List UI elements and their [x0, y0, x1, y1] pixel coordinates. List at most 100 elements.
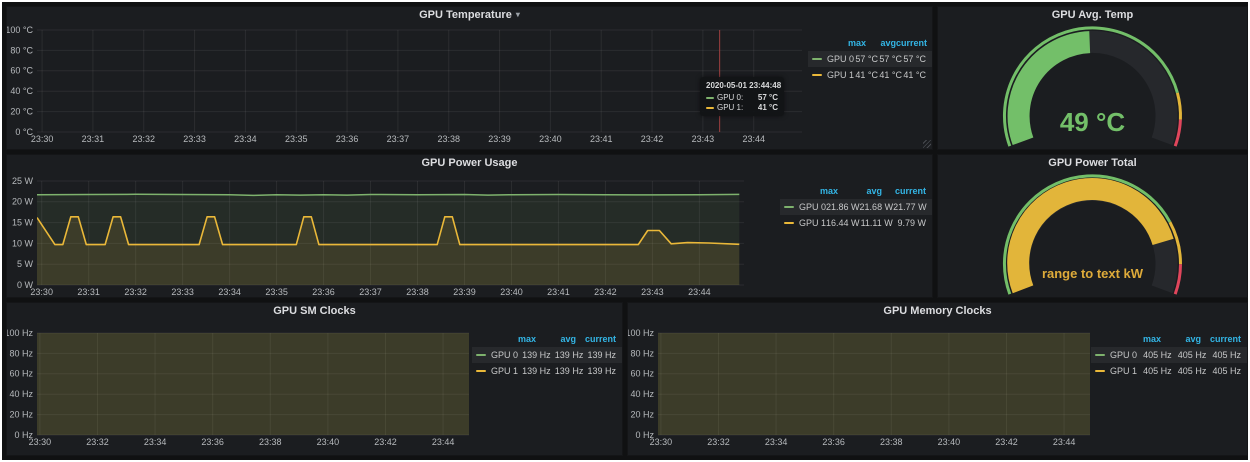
panel-gpu-power-total: GPU Power Total range to text kW [937, 154, 1248, 298]
svg-text:23:30: 23:30 [650, 437, 673, 447]
svg-text:23:34: 23:34 [765, 437, 788, 447]
tooltip-series-value: 41 °C [752, 103, 778, 112]
svg-text:23:32: 23:32 [707, 437, 730, 447]
svg-text:23:34: 23:34 [144, 437, 167, 447]
svg-text:20 Hz: 20 Hz [630, 409, 654, 419]
legend-row[interactable]: GPU 021.86 W21.68 W21.77 W [780, 199, 932, 215]
legend-value: 57 °C [854, 54, 878, 64]
legend-row[interactable]: GPU 0405 Hz405 Hz405 Hz [1091, 347, 1247, 363]
svg-text:80 Hz: 80 Hz [9, 348, 33, 358]
svg-text:23:44: 23:44 [688, 287, 711, 297]
sm-clocks-chart-plot[interactable]: 0 Hz20 Hz40 Hz60 Hz80 Hz100 Hz23:3023:32… [7, 319, 472, 455]
svg-text:23:36: 23:36 [822, 437, 845, 447]
series-dash-icon [476, 370, 486, 372]
series-dash-icon [784, 222, 794, 224]
svg-text:23:31: 23:31 [77, 287, 100, 297]
svg-text:23:41: 23:41 [590, 134, 613, 144]
svg-text:60 Hz: 60 Hz [630, 369, 654, 379]
legend-row[interactable]: GPU 057 °C57 °C57 °C [808, 51, 932, 67]
panel-title-gpu-power-total[interactable]: GPU Power Total [938, 155, 1247, 171]
svg-text:23:38: 23:38 [437, 134, 460, 144]
panel-gpu-power-usage: GPU Power Usage 0 W5 W10 W15 W20 W25 W23… [6, 154, 933, 298]
legend-series-name: GPU 1 [784, 218, 826, 228]
legend-series-name: GPU 0 [476, 350, 518, 360]
svg-text:23:33: 23:33 [183, 134, 206, 144]
gauge-value: range to text kW [1042, 266, 1144, 281]
tooltip-series-name: GPU 0: [717, 93, 743, 102]
tooltip-series-name: GPU 1: [717, 103, 743, 112]
series-dash-icon [812, 74, 822, 76]
svg-text:23:36: 23:36 [336, 134, 359, 144]
svg-text:23:37: 23:37 [359, 287, 382, 297]
svg-text:23:42: 23:42 [374, 437, 397, 447]
legend-table: maxavgcurrentGPU 021.86 W21.68 W21.77 WG… [780, 171, 932, 297]
legend-row[interactable]: GPU 0139 Hz139 Hz139 Hz [472, 347, 622, 363]
chevron-down-icon: ▾ [516, 11, 520, 19]
svg-text:23:42: 23:42 [995, 437, 1018, 447]
svg-text:60 Hz: 60 Hz [9, 369, 33, 379]
panel-title-text: GPU Avg. Temp [1052, 9, 1134, 21]
svg-text:23:31: 23:31 [82, 134, 105, 144]
power-usage-chart-plot[interactable]: 0 W5 W10 W15 W20 W25 W23:3023:3123:3223:… [7, 171, 780, 297]
legend-value: 139 Hz [583, 366, 616, 376]
legend-value: 405 Hz [1172, 350, 1207, 360]
panel-title-gpu-avg-temp[interactable]: GPU Avg. Temp [938, 7, 1247, 23]
svg-text:23:35: 23:35 [265, 287, 288, 297]
svg-text:23:44: 23:44 [742, 134, 765, 144]
svg-text:23:33: 23:33 [171, 287, 194, 297]
svg-text:23:30: 23:30 [30, 287, 53, 297]
legend-value: 139 Hz [583, 350, 616, 360]
legend-value: 21.68 W [860, 202, 894, 212]
legend-header: maxavgcurrent [472, 331, 622, 347]
panel-gpu-temperature: GPU Temperature ▾ 2020-05-01 23:44:48 GP… [6, 6, 933, 150]
svg-text:23:30: 23:30 [31, 134, 54, 144]
grafana-dashboard: GPU Temperature ▾ 2020-05-01 23:44:48 GP… [2, 2, 1248, 460]
legend-header: maxavgcurrent [1091, 331, 1247, 347]
chart-tooltip: 2020-05-01 23:44:48 GPU 0: 57 °C GPU 1: … [700, 77, 784, 116]
panel-title-gpu-sm-clocks[interactable]: GPU SM Clocks [7, 303, 622, 319]
svg-text:25 W: 25 W [12, 176, 34, 186]
legend-value: 139 Hz [551, 350, 584, 360]
svg-text:20 W: 20 W [12, 197, 34, 207]
legend-value: 405 Hz [1172, 366, 1207, 376]
legend-value: 139 Hz [518, 366, 551, 376]
svg-text:23:39: 23:39 [488, 134, 511, 144]
legend-row[interactable]: GPU 1139 Hz139 Hz139 Hz [472, 363, 622, 379]
svg-text:23:43: 23:43 [641, 287, 664, 297]
legend-series-name: GPU 0 [784, 202, 826, 212]
panel-title-gpu-memory-clocks[interactable]: GPU Memory Clocks [628, 303, 1247, 319]
svg-text:15 W: 15 W [12, 217, 34, 227]
legend-header: maxavgcurrent [780, 183, 932, 199]
legend-row[interactable]: GPU 1405 Hz405 Hz405 Hz [1091, 363, 1247, 379]
svg-text:23:36: 23:36 [312, 287, 335, 297]
svg-text:23:41: 23:41 [547, 287, 570, 297]
tooltip-row: GPU 1: 41 °C [706, 103, 778, 112]
svg-text:40 Hz: 40 Hz [9, 389, 33, 399]
tooltip-series-value: 57 °C [752, 93, 778, 102]
svg-text:20 °C: 20 °C [10, 106, 33, 116]
series-dash-icon [1095, 354, 1105, 356]
tooltip-timestamp: 2020-05-01 23:44:48 [706, 81, 778, 90]
svg-text:23:35: 23:35 [285, 134, 308, 144]
panel-title-text: GPU Power Total [1048, 157, 1136, 169]
legend-value: 405 Hz [1206, 366, 1241, 376]
legend-series-name: GPU 1 [1095, 366, 1137, 376]
legend-row[interactable]: GPU 141 °C41 °C41 °C [808, 67, 932, 83]
panel-title-gpu-temperature[interactable]: GPU Temperature ▾ [7, 7, 932, 23]
panel-gpu-memory-clocks: GPU Memory Clocks 0 Hz20 Hz40 Hz60 Hz80 … [627, 302, 1248, 456]
gauge-value: 49 °C [1060, 107, 1126, 137]
legend-value: 405 Hz [1137, 350, 1172, 360]
legend-row[interactable]: GPU 116.44 W11.11 W9.79 W [780, 215, 932, 231]
memory-clocks-chart-plot[interactable]: 0 Hz20 Hz40 Hz60 Hz80 Hz100 Hz23:3023:32… [628, 319, 1091, 455]
panel-title-gpu-power-usage[interactable]: GPU Power Usage [7, 155, 932, 171]
panel-title-text: GPU Memory Clocks [883, 305, 991, 317]
svg-text:23:32: 23:32 [124, 287, 147, 297]
svg-text:23:37: 23:37 [387, 134, 410, 144]
temperature-chart-plot[interactable]: 2020-05-01 23:44:48 GPU 0: 57 °C GPU 1: … [7, 23, 808, 149]
legend-table: maxavgcurrentGPU 0405 Hz405 Hz405 Hz GPU … [1091, 319, 1247, 455]
svg-text:5 W: 5 W [17, 259, 34, 269]
panel-resize-handle[interactable] [923, 140, 931, 148]
legend-table: maxavgcurrentGPU 057 °C57 °C57 °CGPU 141… [808, 23, 932, 149]
svg-text:23:38: 23:38 [880, 437, 903, 447]
svg-text:40 Hz: 40 Hz [630, 389, 654, 399]
